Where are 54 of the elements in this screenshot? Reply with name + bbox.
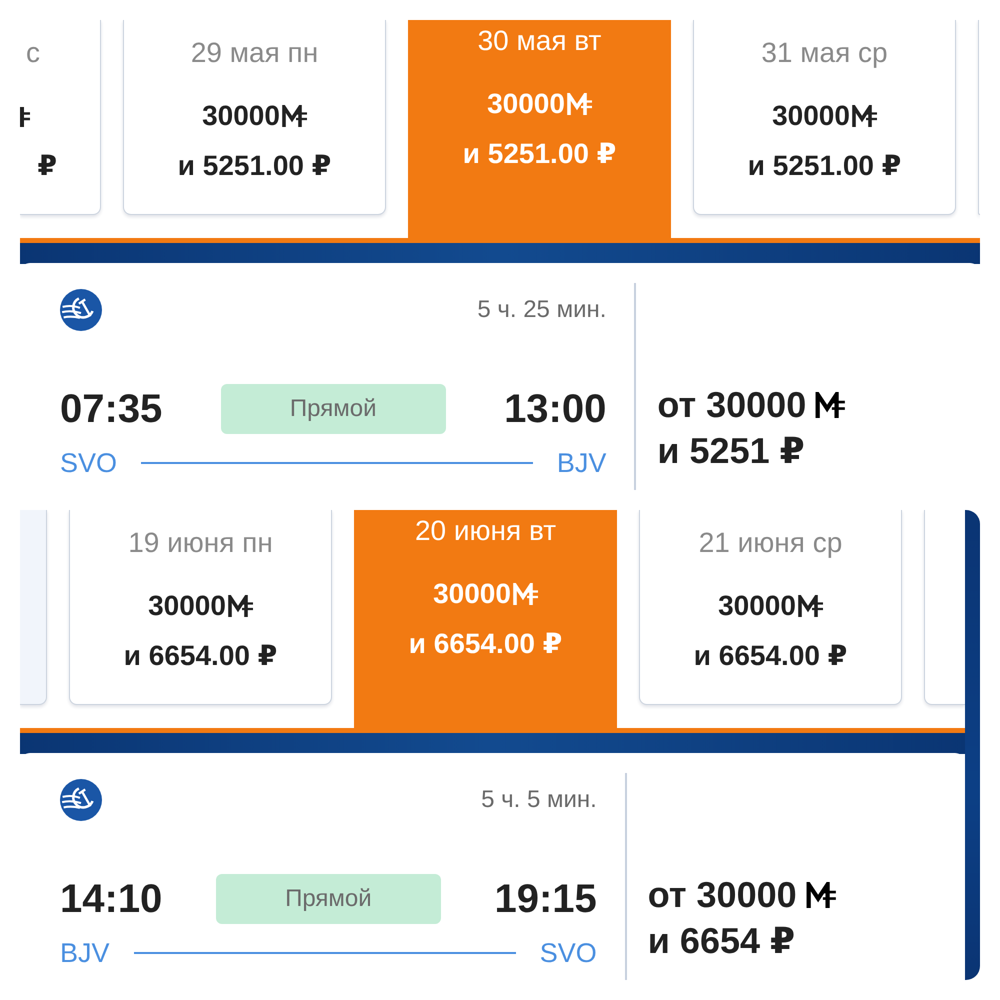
miles-price: 30000 [718, 589, 796, 623]
date-card[interactable]: 29 мая пн 30000 и 5251.00 ₽ [123, 20, 386, 215]
ruble-price: ₽ [38, 149, 57, 183]
currency-sign-icon [280, 105, 307, 127]
date-label: 21 июня ср [698, 526, 842, 560]
date-card[interactable] [20, 510, 47, 705]
currency-sign-icon [796, 595, 823, 617]
departure-airport: SVO [60, 448, 118, 478]
ruble-price: и 6654.00 ₽ [694, 639, 848, 673]
date-label: с [26, 36, 40, 70]
flight-duration: 5 ч. 5 мин. [481, 786, 597, 814]
ruble-price: и 5251.00 ₽ [748, 149, 902, 183]
price-miles: от 30000 [648, 873, 797, 917]
ruble-price: и 5251.00 ₽ [178, 149, 332, 183]
date-card[interactable] [924, 510, 965, 705]
arrival-time: 13:00 [504, 386, 606, 432]
arrival-time: 19:15 [494, 876, 597, 922]
miles-price: 30000 [433, 577, 511, 611]
departure-time: 14:10 [60, 876, 162, 922]
price-rubles: и 5251 ₽ [657, 429, 805, 473]
date-label: 19 июня пн [128, 526, 273, 560]
winged-emblem-icon [60, 289, 102, 331]
ruble-price: и 6654.00 ₽ [408, 627, 562, 661]
date-label: 30 мая вт [478, 24, 602, 58]
currency-sign-icon [20, 105, 30, 127]
date-card[interactable]: 31 мая ср 30000 и 5251.00 ₽ [693, 20, 956, 215]
miles-price: 30000 [148, 589, 226, 623]
date-card[interactable]: 19 июня пн 30000 и 6654.00 ₽ [69, 510, 332, 705]
miles-price: 30000 [487, 87, 565, 121]
date-card[interactable]: с ₽ [20, 20, 101, 215]
currency-sign-icon [814, 392, 846, 418]
flight-duration: 5 ч. 25 мин. [477, 296, 606, 324]
flight-type-badge: Прямой [216, 874, 441, 924]
departure-time: 07:35 [60, 386, 162, 432]
winged-emblem-icon [60, 779, 102, 821]
arrival-airport: BJV [556, 448, 606, 478]
price-miles: от 30000 [657, 383, 806, 427]
ruble-price: и 5251.00 ₽ [462, 137, 616, 171]
date-label: 31 мая ср [761, 36, 888, 70]
flight-type-badge: Прямой [220, 384, 446, 434]
date-label: 29 мая пн [190, 36, 318, 70]
departure-airport: BJV [60, 938, 110, 968]
currency-sign-icon [566, 93, 592, 115]
miles-price: 30000 [772, 99, 850, 133]
date-card[interactable]: 21 июня ср 30000 и 6654.00 ₽ [639, 510, 902, 705]
arrival-airport: SVO [540, 938, 597, 968]
date-label: 20 июня вт [414, 514, 556, 548]
currency-sign-icon [804, 882, 836, 908]
miles-price: 30000 [202, 99, 280, 133]
ruble-price: и 6654.00 ₽ [124, 639, 278, 673]
price-rubles: и 6654 ₽ [648, 919, 796, 963]
currency-sign-icon [512, 583, 538, 605]
currency-sign-icon [226, 595, 253, 617]
currency-sign-icon [850, 105, 877, 127]
